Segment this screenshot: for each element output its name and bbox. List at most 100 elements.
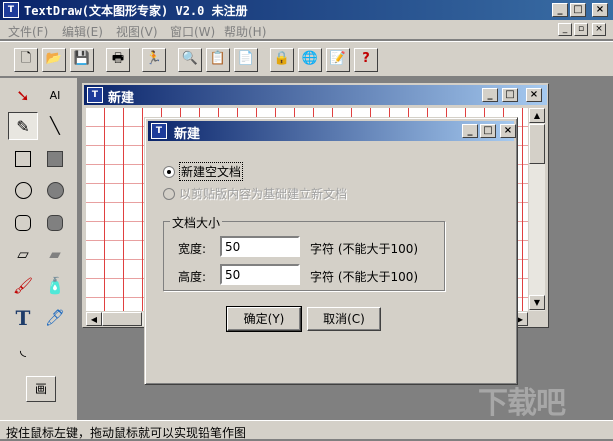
dialog-logo-icon: T — [151, 123, 167, 139]
option-empty-label: 新建空文档 — [179, 162, 244, 181]
rectangle-outline-icon[interactable] — [8, 144, 38, 172]
ellipse-outline-shape — [14, 182, 32, 199]
status-text: 按住鼠标左键，拖动鼠标就可以实现铅笔作图 — [6, 426, 247, 440]
watermark-logo: 下载吧 — [478, 386, 566, 421]
globe-icon[interactable]: 🌐 — [298, 48, 322, 72]
help-icon[interactable]: ? — [354, 48, 378, 72]
polygon-filled-icon[interactable]: ▰ — [40, 240, 70, 268]
run-glyph: 🏃 — [145, 51, 163, 66]
scroll-down-icon[interactable]: ▼ — [529, 295, 545, 310]
brush-icon[interactable]: 🖌 — [8, 272, 38, 300]
run-icon[interactable]: 🏃 — [142, 48, 166, 72]
width-label: 宽度: — [178, 242, 207, 256]
document-minimize-button[interactable]: _ — [482, 88, 498, 102]
paste-glyph: 📄 — [237, 51, 255, 66]
menu-bar: 文件(F) 编辑(E) 视图(V) 窗口(W) 帮助(H) _ ▫ × — [0, 20, 613, 40]
menu-edit[interactable]: 编辑(E) — [62, 23, 103, 40]
rectangle-outline-shape — [15, 150, 31, 167]
horizontal-scroll-thumb[interactable] — [102, 312, 142, 326]
spray-icon[interactable]: 🧴 — [40, 272, 70, 300]
pencil-icon[interactable]: ✎ — [8, 112, 38, 140]
ok-button[interactable]: 确定(Y) — [226, 306, 302, 332]
minimize-button[interactable]: _ — [552, 3, 568, 17]
ellipse-filled-icon[interactable] — [40, 176, 70, 204]
height-label: 高度: — [178, 270, 207, 284]
maximize-button[interactable]: □ — [570, 3, 586, 17]
toolbar: 🗋 📂 💾 🖶 🏃 🔍 📋 📄 🔒 🌐 📝 ? — [0, 41, 613, 77]
new-file-glyph: 🗋 — [20, 51, 32, 66]
app-titlebar[interactable]: T TextDraw(文本图形专家) V2.0 未注册 _ □ × — [0, 0, 613, 20]
option-from-clipboard: 以剪贴版内容为基础建立新文档 — [163, 185, 347, 201]
pointer-arrow-icon[interactable]: ➘ — [8, 82, 38, 110]
paste-icon[interactable]: 📄 — [234, 48, 258, 72]
option-clipboard-label: 以剪贴版内容为基础建立新文档 — [179, 187, 348, 201]
mdi-restore-button[interactable]: ▫ — [574, 23, 588, 36]
dialog-close-button[interactable]: × — [500, 124, 516, 138]
text-tool-icon[interactable]: T — [8, 304, 38, 332]
document-size-group: 文档大小 宽度: 字符 (不能大于100) 高度: 字符 (不能大于100) — [163, 214, 445, 291]
app-title: TextDraw(文本图形专家) V2.0 未注册 — [24, 4, 248, 18]
save-glyph: 💾 — [73, 51, 91, 66]
ellipse-filled-shape — [46, 182, 64, 199]
copy-glyph: 📋 — [209, 51, 227, 66]
cancel-button[interactable]: 取消(C) — [307, 307, 381, 331]
line-icon[interactable]: ╲ — [40, 112, 70, 140]
scroll-up-icon[interactable]: ▲ — [529, 108, 545, 123]
dialog-minimize-button[interactable]: _ — [462, 124, 478, 138]
document-titlebar[interactable]: T 新建 _ □ × — [84, 85, 547, 106]
polygon-outline-icon[interactable]: ▱ — [8, 240, 38, 268]
globe-glyph: 🌐 — [301, 51, 319, 66]
eyedropper-icon[interactable]: 🖊 — [40, 304, 70, 332]
ellipse-outline-icon[interactable] — [8, 176, 38, 204]
dialog-maximize-button[interactable]: □ — [480, 124, 496, 138]
menu-window[interactable]: 窗口(W) — [170, 23, 215, 40]
open-folder-glyph: 📂 — [45, 51, 63, 66]
open-folder-icon[interactable]: 📂 — [42, 48, 66, 72]
rectangle-filled-icon[interactable] — [40, 144, 70, 172]
new-document-dialog: T 新建 _ □ × 新建空文档 以剪贴版内容为基础建立新文档 文档大小 宽度:… — [144, 117, 518, 385]
scroll-left-icon[interactable]: ◀ — [86, 312, 102, 326]
tool-palette: ➘ AI ✎ ╲ ▱ ▰ 🖌 🧴 T 🖊 ◟ 画 — [0, 78, 78, 420]
dialog-title: 新建 — [174, 127, 201, 142]
save-icon[interactable]: 💾 — [70, 48, 94, 72]
mdi-minimize-button[interactable]: _ — [558, 23, 572, 36]
height-hint: 字符 (不能大于100) — [310, 270, 419, 284]
rounded-rect-outline-icon[interactable] — [8, 208, 38, 236]
radio-empty-document[interactable] — [163, 165, 175, 178]
rounded-rect-filled-icon[interactable] — [40, 208, 70, 236]
document-title: 新建 — [108, 91, 135, 106]
rounded-rect-filled-shape — [47, 214, 63, 231]
rectangle-filled-shape — [47, 150, 63, 167]
print-icon[interactable]: 🖶 — [106, 48, 130, 72]
lock-glyph: 🔒 — [273, 51, 291, 66]
arc-icon[interactable]: ◟ — [8, 336, 38, 364]
properties-icon[interactable]: 📝 — [326, 48, 350, 72]
find-glyph: 🔍 — [181, 51, 199, 66]
dialog-titlebar[interactable]: T 新建 _ □ × — [148, 121, 516, 142]
vertical-scrollbar[interactable]: ▲ ▼ — [529, 108, 545, 311]
text-ai-tool[interactable]: AI — [40, 82, 70, 110]
properties-glyph: 📝 — [329, 51, 347, 66]
mdi-close-button[interactable]: × — [592, 23, 606, 36]
document-maximize-button[interactable]: □ — [502, 88, 518, 102]
option-empty-document[interactable]: 新建空文档 — [163, 162, 244, 181]
help-glyph: ? — [362, 51, 370, 66]
width-input[interactable] — [220, 236, 300, 257]
find-icon[interactable]: 🔍 — [178, 48, 202, 72]
menu-help[interactable]: 帮助(H) — [224, 23, 266, 40]
status-bar: 按住鼠标左键，拖动鼠标就可以实现铅笔作图 — [0, 420, 613, 440]
close-button[interactable]: × — [592, 3, 608, 17]
document-size-label: 文档大小 — [170, 214, 223, 231]
vertical-scroll-thumb[interactable] — [529, 124, 545, 164]
document-logo-icon: T — [87, 87, 103, 103]
width-hint: 字符 (不能大于100) — [310, 242, 419, 256]
menu-file[interactable]: 文件(F) — [8, 23, 48, 40]
copy-icon[interactable]: 📋 — [206, 48, 230, 72]
app-logo-icon: T — [3, 2, 19, 18]
height-input[interactable] — [220, 264, 300, 285]
draw-button[interactable]: 画 — [26, 376, 56, 402]
document-close-button[interactable]: × — [526, 88, 542, 102]
lock-icon[interactable]: 🔒 — [270, 48, 294, 72]
menu-view[interactable]: 视图(V) — [116, 23, 158, 40]
new-file-icon[interactable]: 🗋 — [14, 48, 38, 72]
